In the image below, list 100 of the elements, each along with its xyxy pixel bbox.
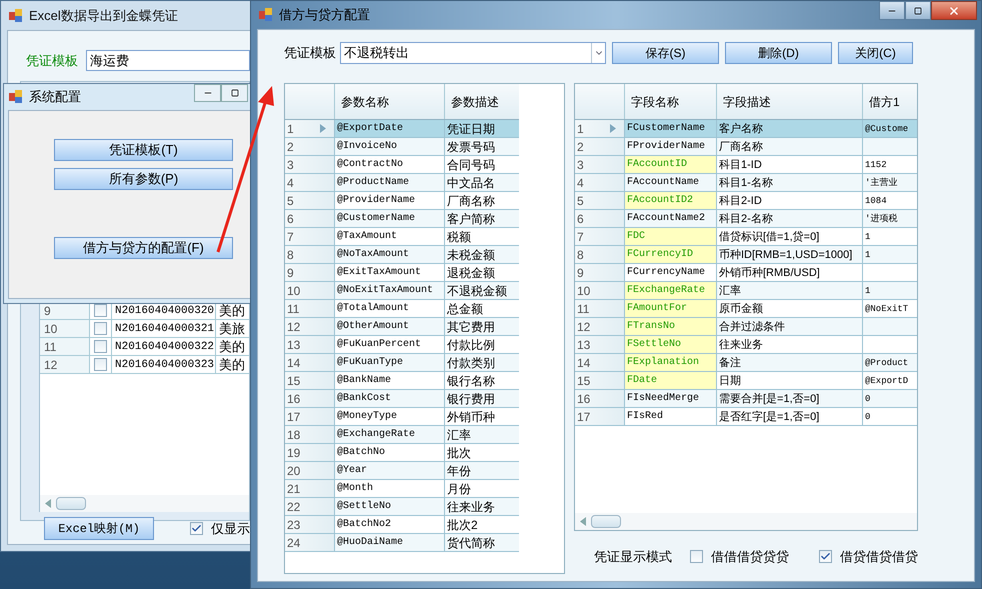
table-cell: FCustomerName (625, 120, 717, 137)
table-row[interactable]: 18 @ExchangeRate 汇率 (285, 426, 519, 444)
table-cell-text: 付款比例 (446, 337, 496, 353)
window-title: 系统配置 (29, 88, 81, 106)
table-row[interactable]: 7 FDC 借贷标识[借=1,贷=0] 1 (575, 228, 917, 246)
close-icon (948, 4, 960, 16)
only-show-checkbox[interactable] (190, 522, 203, 535)
table-row[interactable]: 9 FCurrencyName 外销币种[RMB/USD] (575, 264, 917, 282)
table-row[interactable]: 10 FExchangeRate 汇率 1 (575, 282, 917, 300)
horizontal-scrollbar[interactable] (575, 513, 917, 530)
table-row[interactable]: 22 @SettleNo 往来业务 (285, 498, 519, 516)
table-row[interactable]: 16 @BankCost 银行费用 (285, 390, 519, 408)
table-row[interactable]: 14 @FuKuanType 付款类别 (285, 354, 519, 372)
scrollbar-thumb[interactable] (591, 515, 621, 528)
table-cell: @ProviderName (335, 192, 445, 209)
mode-checkbox[interactable] (819, 550, 832, 564)
table-row[interactable]: 4 FAccountName 科目1-名称 '主营业 (575, 174, 917, 192)
excel-mapping-button[interactable]: Excel映射(M) (44, 517, 154, 540)
table-row[interactable]: 17 FIsRed 是否红字[是=1,否=0] 0 (575, 408, 917, 426)
scrollbar-thumb[interactable] (56, 497, 86, 510)
template-dropdown[interactable]: 不退税转出 (340, 42, 606, 64)
table-row[interactable]: 1 FCustomerName 客户名称 @Custome (575, 120, 917, 138)
table-row[interactable]: 15 @BankName 银行名称 (285, 372, 519, 390)
row-number: 15 (286, 372, 300, 390)
table-row[interactable]: 24 @HuoDaiName 货代简称 (285, 534, 519, 552)
row-pointer-icon (610, 124, 616, 133)
table-row[interactable]: 8 FCurrencyID 币种ID[RMB=1,USD=1000] 1 (575, 246, 917, 264)
scroll-left-icon[interactable] (580, 517, 586, 526)
config-button[interactable]: 凭证模板(T) (54, 139, 233, 161)
column-header[interactable]: 参数描述 (445, 84, 519, 119)
dialog-button[interactable]: 删除(D) (725, 42, 832, 64)
table-row[interactable]: 6 @CustomerName 客户简称 (285, 210, 519, 228)
table-cell: FDC (625, 228, 717, 245)
table-row[interactable]: 11 @TotalAmount 总金额 (285, 300, 519, 318)
table-row[interactable]: 5 @ProviderName 厂商名称 (285, 192, 519, 210)
row-number: 5 (286, 192, 294, 210)
table-row[interactable]: 15 FDate 日期 @ExportD (575, 372, 917, 390)
table-row[interactable]: 12 FTransNo 合并过滤条件 (575, 318, 917, 336)
config-button[interactable]: 所有参数(P) (54, 168, 233, 190)
row-checkbox[interactable] (94, 322, 107, 335)
table-cell: N20160404000323 (112, 356, 216, 373)
column-header[interactable]: 字段名称 (625, 84, 717, 119)
table-cell: @OtherAmount (335, 318, 445, 335)
config-button[interactable]: 借方与贷方的配置(F) (54, 237, 233, 259)
close-button[interactable] (931, 1, 977, 20)
table-cell: @ProductName (335, 174, 445, 191)
column-header[interactable]: 参数名称 (335, 84, 445, 119)
table-row[interactable]: 1 @ExportDate 凭证日期 (285, 120, 519, 138)
table-row[interactable]: 19 @BatchNo 批次 (285, 444, 519, 462)
table-row[interactable]: 2 @InvoiceNo 发票号码 (285, 138, 519, 156)
table-cell: 科目2-名称 (717, 210, 863, 227)
table-cell: 厂商名称 (717, 138, 863, 155)
row-checkbox[interactable] (94, 358, 107, 371)
horizontal-scrollbar[interactable] (40, 495, 249, 512)
checkbox-label: 借贷借贷借贷 (840, 548, 918, 566)
table-row[interactable]: 5 FAccountID2 科目2-ID 1084 (575, 192, 917, 210)
table-cell-text: 美的 (218, 302, 246, 319)
table-row[interactable]: 10 @NoExitTaxAmount 不退税金额 (285, 282, 519, 300)
table-cell-text: 退税金额 (446, 265, 496, 281)
table-row[interactable]: 23 @BatchNo2 批次2 (285, 516, 519, 534)
table-row[interactable]: 9 @ExitTaxAmount 退税金额 (285, 264, 519, 282)
table-row[interactable]: 4 @ProductName 中文品名 (285, 174, 519, 192)
table-row[interactable]: 3 @ContractNo 合同号码 (285, 156, 519, 174)
mode-checkbox[interactable] (690, 550, 703, 564)
maximize-button[interactable] (221, 84, 248, 102)
row-pointer-icon (320, 124, 326, 133)
column-header[interactable]: 字段描述 (717, 84, 863, 119)
table-row[interactable]: 20 @Year 年份 (285, 462, 519, 480)
template-field[interactable]: 海运费 (86, 50, 250, 71)
table-cell: @FuKuanPercent (335, 336, 445, 353)
table-row[interactable]: 21 @Month 月份 (285, 480, 519, 498)
table-row[interactable]: 2 FProviderName 厂商名称 (575, 138, 917, 156)
app-icon (9, 90, 23, 104)
row-checkbox[interactable] (94, 340, 107, 353)
table-row[interactable]: 11 FAmountFor 原币金额 @NoExitT (575, 300, 917, 318)
table-row[interactable]: 17 @MoneyType 外销币种 (285, 408, 519, 426)
dialog-button[interactable]: 关闭(C) (838, 42, 913, 64)
row-number: 10 (286, 282, 300, 300)
table-row[interactable]: 14 FExplanation 备注 @Product (575, 354, 917, 372)
table-cell-text: 批次 (446, 445, 472, 461)
table-cell-text: 不退税金额 (446, 283, 508, 299)
table-cell-text: 其它费用 (446, 319, 496, 335)
scroll-left-icon[interactable] (45, 499, 51, 508)
table-cell: FCurrencyID (625, 246, 717, 263)
table-cell-text: 合同号码 (446, 157, 496, 173)
table-cell-text: 1152 (864, 159, 888, 172)
table-row[interactable]: 7 @TaxAmount 税额 (285, 228, 519, 246)
table-row[interactable]: 12 @OtherAmount 其它费用 (285, 318, 519, 336)
table-row[interactable]: 3 FAccountID 科目1-ID 1152 (575, 156, 917, 174)
table-row[interactable]: 8 @NoTaxAmount 未税金额 (285, 246, 519, 264)
column-header[interactable]: 借方1 (863, 84, 917, 119)
table-row[interactable]: 13 FSettleNo 往来业务 (575, 336, 917, 354)
maximize-button[interactable] (905, 1, 931, 20)
row-number: 12 (40, 356, 90, 373)
table-row[interactable]: 13 @FuKuanPercent 付款比例 (285, 336, 519, 354)
table-row[interactable]: 6 FAccountName2 科目2-名称 '进项税 (575, 210, 917, 228)
row-number: 6 (576, 210, 584, 228)
row-checkbox[interactable] (94, 304, 107, 317)
table-row[interactable]: 16 FIsNeedMerge 需要合并[是=1,否=0] 0 (575, 390, 917, 408)
dialog-button[interactable]: 保存(S) (612, 42, 719, 64)
